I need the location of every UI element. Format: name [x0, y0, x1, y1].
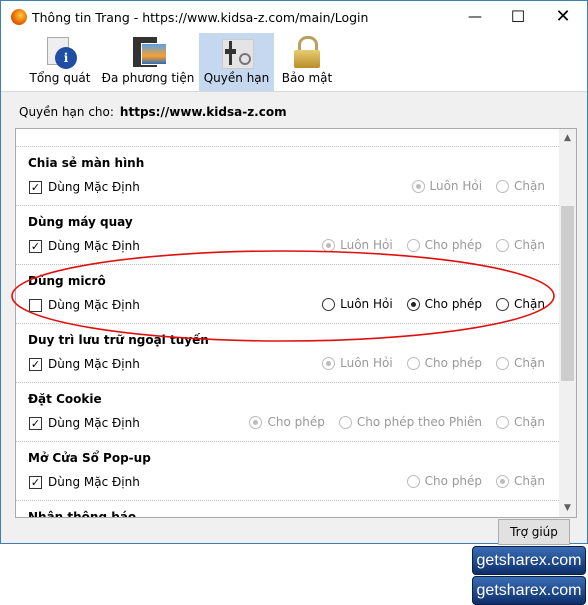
annotation-ellipse — [11, 250, 555, 342]
watermark: getsharex.com — [472, 546, 586, 575]
watermark: getsharex.com — [472, 576, 586, 605]
